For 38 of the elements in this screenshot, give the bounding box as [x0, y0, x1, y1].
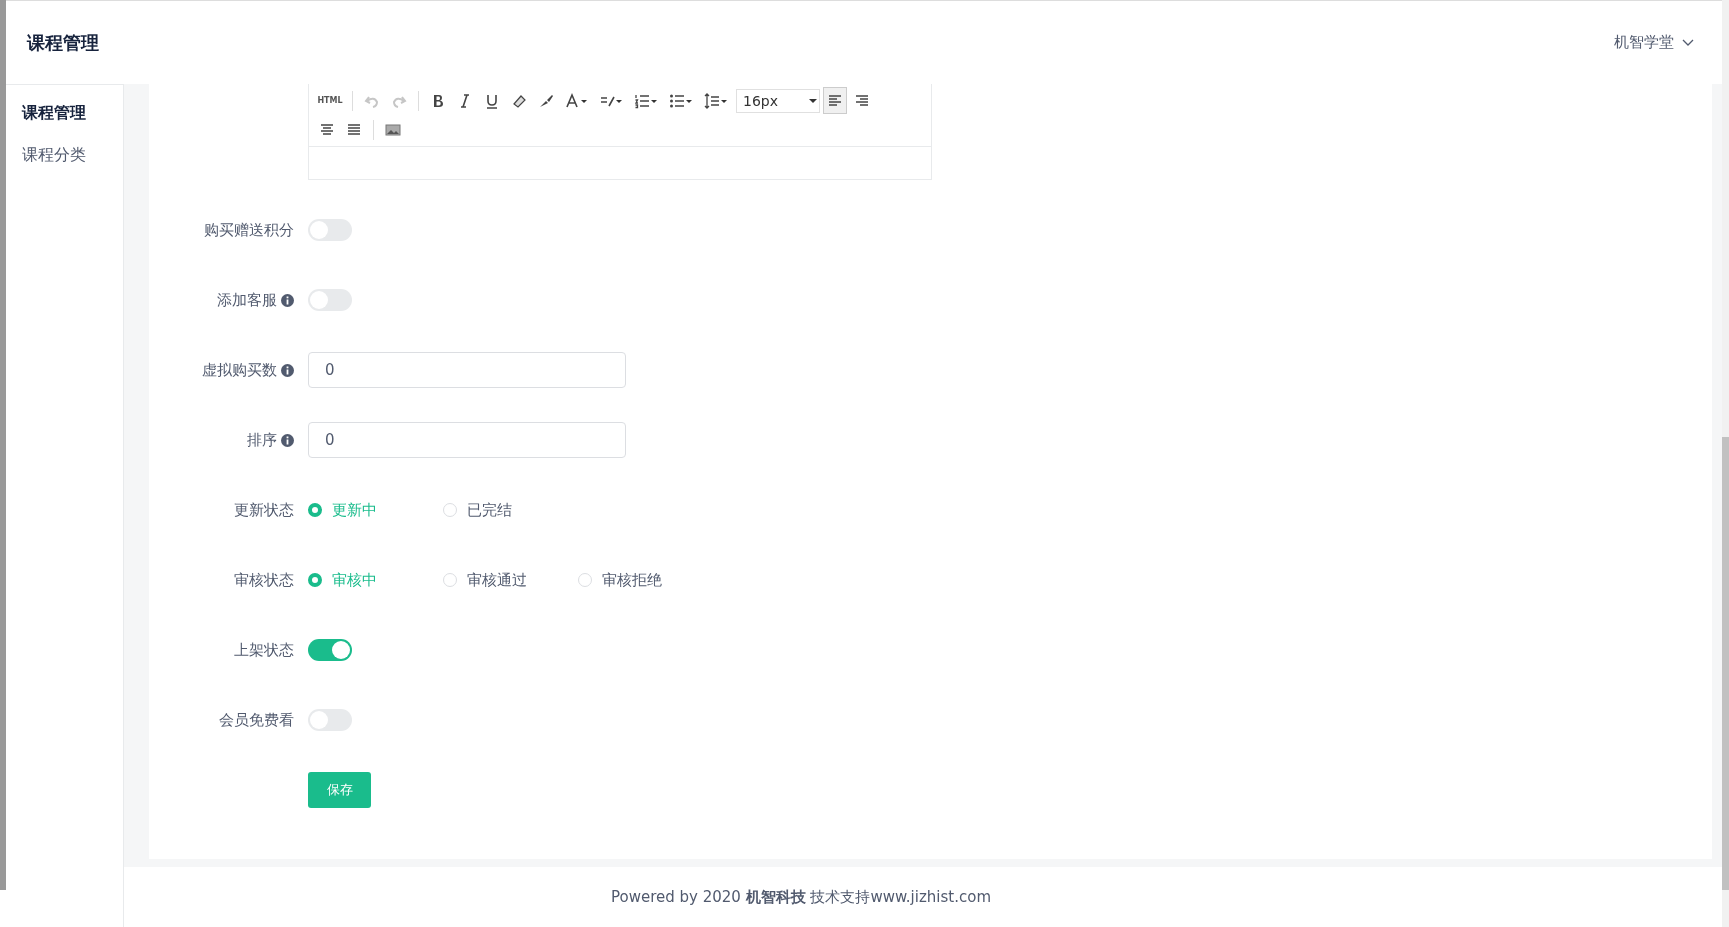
field-label: 添加客服 [217, 290, 277, 310]
field-label: 购买赠送积分 [204, 220, 294, 240]
input-field[interactable]: 0 [308, 352, 626, 388]
align-left-icon[interactable] [827, 92, 843, 109]
radio-label[interactable]: 审核拒绝 [602, 570, 677, 590]
font-size-select[interactable]: 16px [736, 88, 820, 113]
justify-icon[interactable] [346, 121, 362, 138]
sidebar-item[interactable]: 课程分类 [6, 144, 86, 186]
field-label: 审核状态 [234, 570, 294, 590]
footer-text: Powered by 2020 机智科技 技术支持www.jizhist.com [611, 887, 991, 907]
align-center-icon[interactable] [319, 121, 335, 138]
font-color-icon[interactable] [564, 92, 590, 109]
field-label: 虚拟购买数 [202, 360, 277, 380]
radio-label[interactable]: 已完结 [467, 500, 542, 520]
caret-icon[interactable] [809, 97, 817, 104]
toggle-switch[interactable] [308, 639, 352, 661]
field-label: 排序 [247, 430, 277, 450]
field-label: 上架状态 [234, 640, 294, 660]
chevron-down-icon[interactable] [1682, 38, 1694, 47]
bullet-list-icon[interactable] [669, 92, 695, 109]
radio-button[interactable] [308, 573, 322, 587]
align-left-button[interactable] [823, 87, 847, 114]
field-label: 更新状态 [234, 500, 294, 520]
html-source-button[interactable]: HTML [315, 88, 345, 113]
field-label: 会员免费看 [219, 710, 294, 730]
line-height-icon[interactable] [704, 92, 730, 109]
rich-text-editor[interactable]: HTML 16px [308, 84, 932, 180]
radio-button[interactable] [308, 503, 322, 517]
page-title: 课程管理 [27, 30, 99, 55]
sidebar-item[interactable]: 课程管理 [6, 102, 86, 144]
scrollbar[interactable] [1722, 0, 1729, 927]
align-right-icon[interactable] [854, 92, 870, 109]
user-menu[interactable]: 机智学堂 [1614, 33, 1674, 52]
input-field[interactable]: 0 [308, 422, 626, 458]
radio-label[interactable]: 审核通过 [467, 570, 542, 590]
underline-icon[interactable] [484, 92, 500, 109]
image-icon[interactable] [385, 121, 401, 138]
ordered-list-icon[interactable] [634, 92, 660, 109]
